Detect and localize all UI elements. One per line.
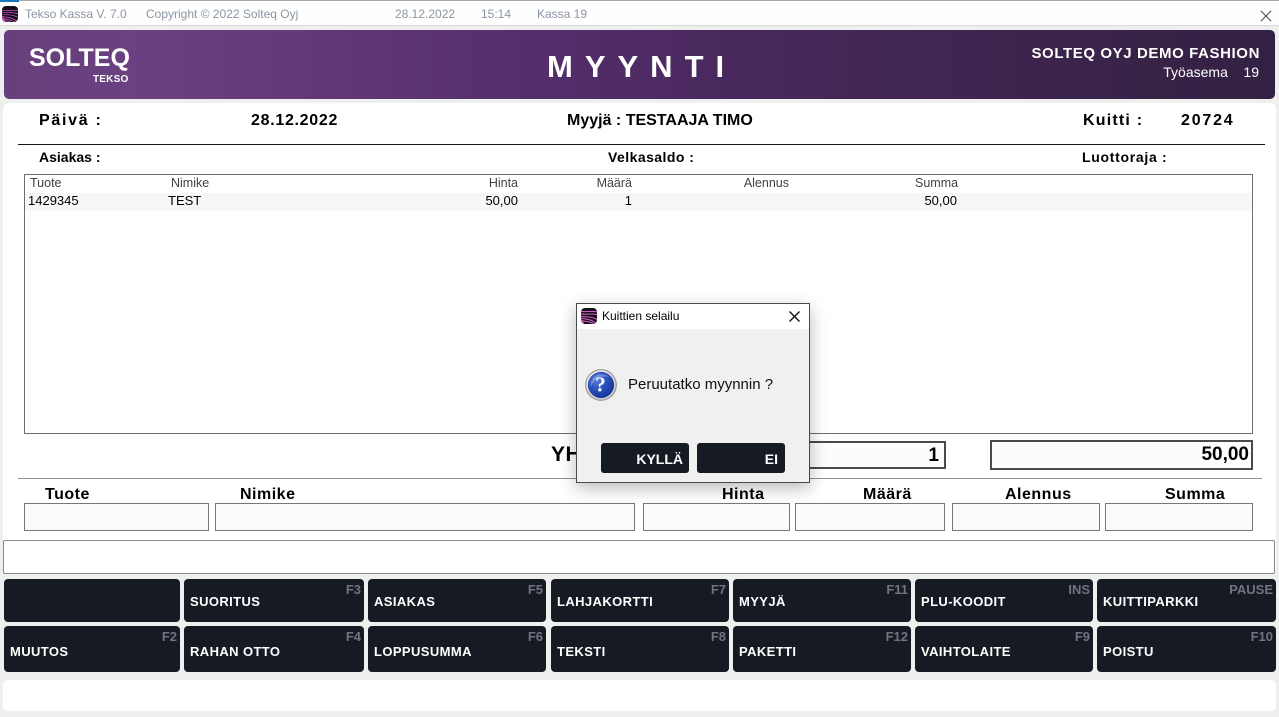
svg-text:?: ? <box>595 373 606 397</box>
